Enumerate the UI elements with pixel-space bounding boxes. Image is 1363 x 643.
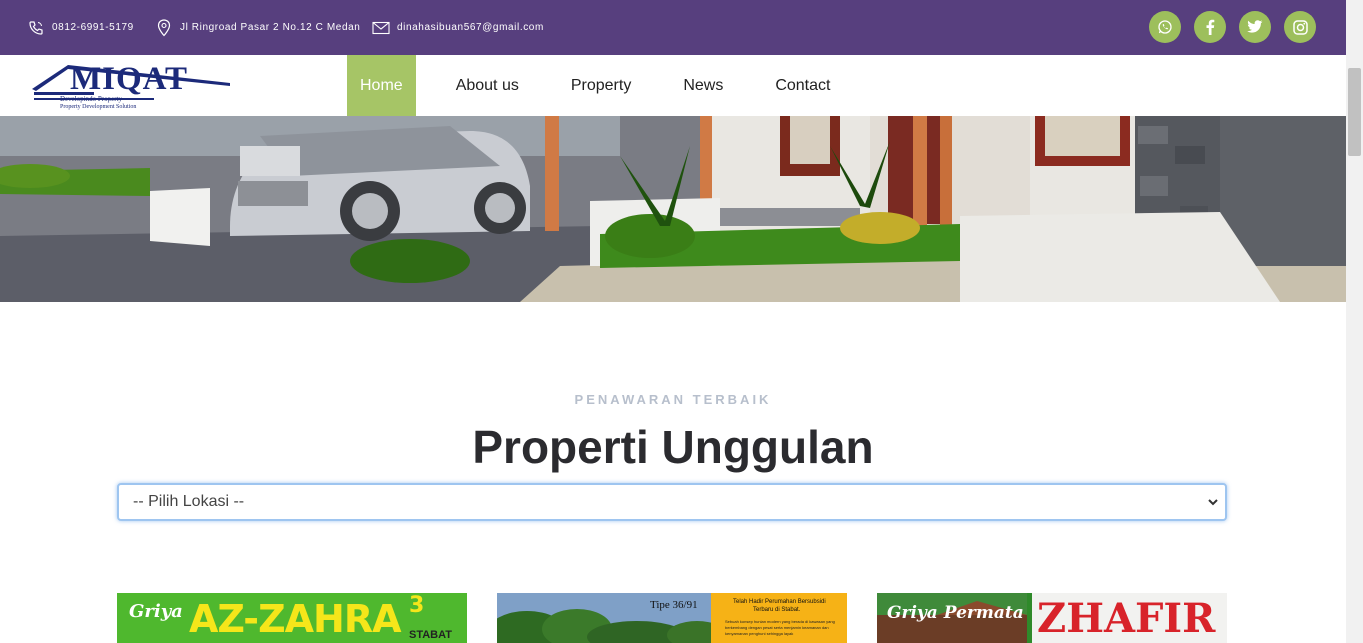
scrollbar-thumb[interactable]: [1348, 68, 1361, 156]
whatsapp-icon[interactable]: [1149, 11, 1181, 43]
site-logo[interactable]: MIQAT Developindo Property Property Deve…: [30, 59, 235, 113]
nav-news[interactable]: News: [657, 55, 749, 116]
nav-property[interactable]: Property: [545, 55, 657, 116]
phone-text: 0812-6991-5179: [52, 22, 134, 33]
envelope-icon: [372, 19, 390, 37]
chevron-down-icon: [1207, 495, 1219, 513]
nav-contact[interactable]: Contact: [749, 55, 856, 116]
location-pin-icon: [155, 18, 173, 37]
nav-about[interactable]: About us: [416, 55, 545, 116]
nav-home[interactable]: Home: [347, 55, 416, 116]
hero-banner-image: [0, 116, 1346, 302]
card2-headline2: Terbaru di Stabat.: [753, 607, 801, 613]
property-card-zhafir[interactable]: Griya Permata ZHAFIR: [877, 593, 1227, 643]
email-contact[interactable]: dinahasibuan567@gmail.com: [372, 0, 544, 55]
card1-prefix: Griya: [129, 601, 183, 622]
property-card-az-zahra[interactable]: Griya AZ-ZAHRA 3 STABAT: [117, 593, 467, 643]
location-select[interactable]: -- Pilih Lokasi --: [117, 483, 1227, 521]
card3-title: ZHAFIR: [1037, 595, 1216, 642]
section-title: Properti Unggulan: [472, 421, 874, 473]
main-navbar: MIQAT Developindo Property Property Deve…: [0, 55, 1346, 116]
card2-info-panel: Telah Hadir Perumahan Bersubsidi Terbaru…: [711, 593, 847, 643]
page-scrollbar[interactable]: [1346, 0, 1363, 643]
logo-tagline: Developindo Property: [60, 95, 123, 103]
main-nav: Home About us Property News Contact: [347, 55, 856, 116]
email-text: dinahasibuan567@gmail.com: [397, 22, 544, 33]
card3-prefix: Griya Permata: [887, 603, 1024, 623]
twitter-icon[interactable]: [1239, 11, 1271, 43]
phone-icon: [27, 19, 45, 37]
property-card-stabat[interactable]: Tipe 36/91 Telah Hadir Perumahan Bersubs…: [497, 593, 847, 643]
card1-location: STABAT: [409, 629, 452, 641]
top-contact-bar: 0812-6991-5179 Jl Ringroad Pasar 2 No.12…: [0, 0, 1346, 55]
address-text: Jl Ringroad Pasar 2 No.12 C Medan: [180, 22, 361, 33]
logo-name: MIQAT: [70, 61, 189, 97]
location-select-value: -- Pilih Lokasi --: [133, 493, 245, 510]
instagram-icon[interactable]: [1284, 11, 1316, 43]
card1-title: AZ-ZAHRA: [189, 597, 402, 641]
address-contact: Jl Ringroad Pasar 2 No.12 C Medan: [155, 0, 360, 55]
card2-body: Sebuah konsep hunian modern yang berada …: [725, 619, 835, 636]
facebook-icon[interactable]: [1194, 11, 1226, 43]
card2-type: Tipe 36/91: [650, 599, 698, 611]
social-links: [1149, 11, 1316, 43]
section-kicker: PENAWARAN TERBAIK: [574, 392, 772, 407]
card2-headline: Telah Hadir Perumahan Bersubsidi: [733, 599, 826, 605]
phone-contact[interactable]: 0812-6991-5179: [27, 0, 134, 55]
logo-subtitle: Property Development Solution: [60, 104, 137, 110]
card1-superscript: 3: [409, 593, 425, 618]
